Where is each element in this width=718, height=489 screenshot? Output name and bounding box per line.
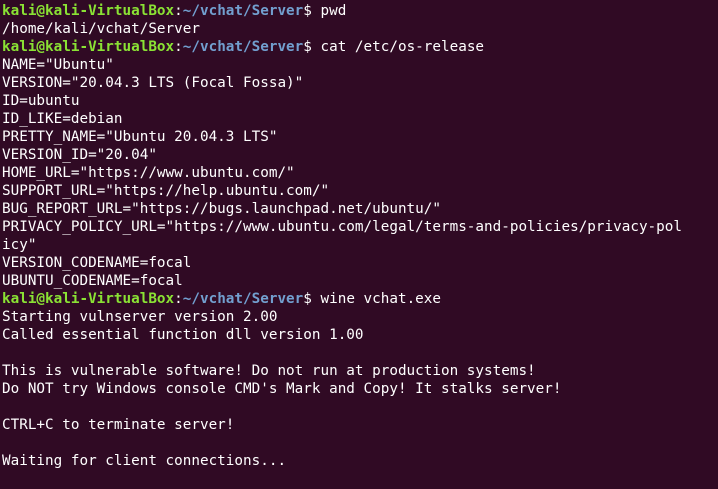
output-line: NAME="Ubuntu": [2, 57, 114, 73]
prompt-symbol: $: [303, 291, 321, 307]
prompt-path: ~/vchat/Server: [182, 39, 304, 55]
prompt-line-cat: kali@kali-VirtualBox:~/vchat/Server$ cat…: [2, 38, 718, 56]
output-line: HOME_URL="https://www.ubuntu.com/": [2, 165, 295, 181]
output-line: PRETTY_NAME="Ubuntu 20.04.3 LTS": [2, 129, 278, 145]
terminal-window[interactable]: kali@kali-VirtualBox:~/vchat/Server$ pwd…: [0, 0, 718, 489]
prompt-user-host: kali@kali-VirtualBox: [2, 291, 175, 307]
output-line: VERSION="20.04.3 LTS (Focal Fossa)": [2, 75, 304, 91]
output-line: This is vulnerable software! Do not run …: [2, 363, 536, 379]
command-cat: cat /etc/os-release: [320, 39, 485, 55]
prompt-symbol: $: [303, 3, 321, 19]
prompt-line-pwd: kali@kali-VirtualBox:~/vchat/Server$ pwd: [2, 2, 718, 20]
output-line: PRIVACY_POLICY_URL="https://www.ubuntu.c…: [2, 219, 682, 235]
prompt-user-host: kali@kali-VirtualBox: [2, 3, 175, 19]
output-line: CTRL+C to terminate server!: [2, 417, 235, 433]
output-line: VERSION_ID="20.04": [2, 147, 157, 163]
prompt-line-wine: kali@kali-VirtualBox:~/vchat/Server$ win…: [2, 290, 718, 308]
command-pwd: pwd: [320, 3, 347, 19]
output-line: icy": [2, 237, 37, 253]
prompt-path: ~/vchat/Server: [182, 291, 304, 307]
output-line: Starting vulnserver version 2.00: [2, 309, 278, 325]
output-line: ID_LIKE=debian: [2, 111, 123, 127]
output-line: UBUNTU_CODENAME=focal: [2, 273, 183, 289]
output-line: VERSION_CODENAME=focal: [2, 255, 192, 271]
output-pwd: /home/kali/vchat/Server: [2, 21, 200, 37]
prompt-user-host: kali@kali-VirtualBox: [2, 39, 175, 55]
output-line-status: Waiting for client connections...: [2, 453, 287, 469]
output-line: Called essential function dll version 1.…: [2, 327, 364, 343]
prompt-separator: :: [174, 291, 183, 307]
prompt-separator: :: [174, 39, 183, 55]
prompt-separator: :: [174, 3, 183, 19]
output-line: Do NOT try Windows console CMD's Mark an…: [2, 381, 562, 397]
output-line: SUPPORT_URL="https://help.ubuntu.com/": [2, 183, 330, 199]
output-line: ID=ubuntu: [2, 93, 80, 109]
prompt-path: ~/vchat/Server: [182, 3, 304, 19]
prompt-symbol: $: [303, 39, 321, 55]
output-line: BUG_REPORT_URL="https://bugs.launchpad.n…: [2, 201, 441, 217]
command-wine: wine vchat.exe: [320, 291, 442, 307]
